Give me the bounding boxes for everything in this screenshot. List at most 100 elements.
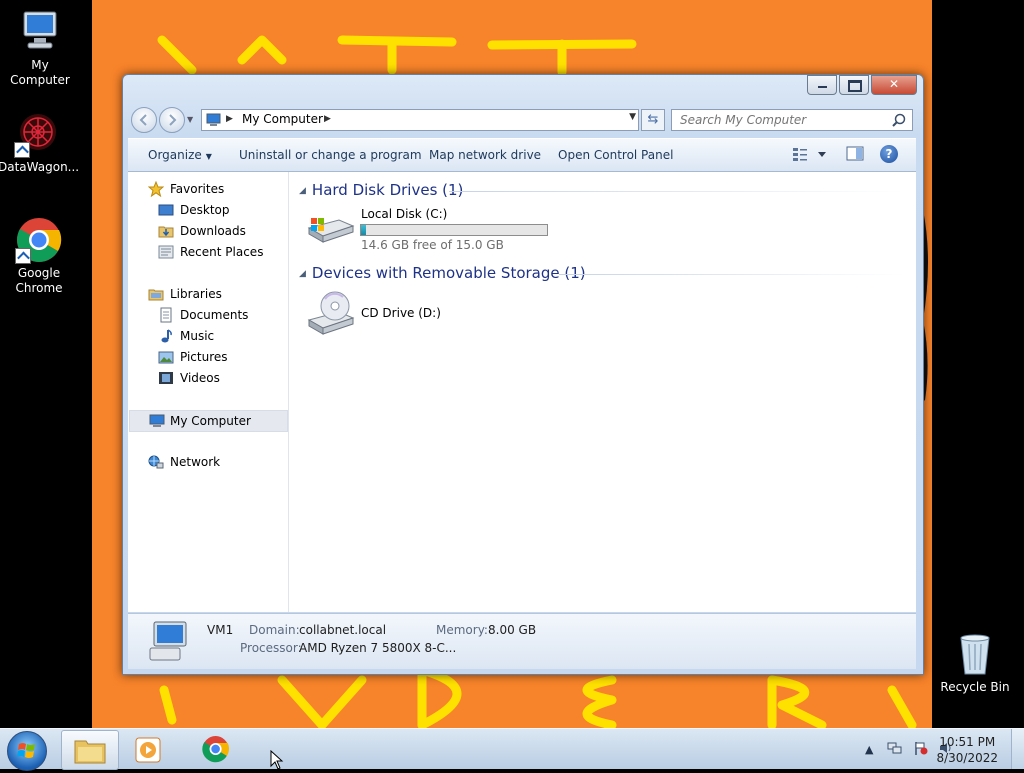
help-icon: ? (885, 147, 893, 161)
desktop-icon-recycle-bin[interactable]: Recycle Bin (935, 630, 1015, 695)
computer-icon (16, 8, 64, 56)
computer-icon (149, 621, 187, 661)
taskbar-chrome[interactable] (185, 730, 241, 768)
window-controls (805, 75, 917, 95)
group-header-label: Devices with Removable Storage (1) (311, 264, 586, 282)
computer-icon (149, 414, 165, 427)
search-input[interactable] (678, 111, 882, 129)
nav-music[interactable]: Music (128, 326, 285, 346)
music-note-icon (161, 329, 172, 343)
downloads-folder-icon (158, 226, 174, 238)
nav-label: Music (180, 329, 215, 343)
desktop-icon-datawagon[interactable]: DataWagon... (0, 110, 79, 175)
start-button[interactable] (7, 731, 47, 771)
minimize-button[interactable] (807, 75, 837, 95)
nav-videos[interactable]: Videos (128, 368, 285, 388)
taskbar-media-player[interactable] (122, 730, 178, 768)
help-button[interactable]: ? (880, 145, 898, 163)
organize-button[interactable]: Organize ▼ (148, 148, 212, 162)
show-hidden-icons-icon[interactable]: ▲ (865, 743, 873, 756)
back-button[interactable] (131, 107, 157, 133)
datawagon-icon (14, 110, 62, 158)
windows-logo-icon (17, 743, 35, 758)
recent-pages-dropdown[interactable]: ▼ (187, 115, 193, 124)
nav-label: Desktop (180, 203, 230, 217)
network-status-icon[interactable] (887, 741, 903, 755)
nav-libraries[interactable]: Libraries (128, 284, 285, 304)
view-options-icon (793, 148, 826, 161)
search-icon (892, 113, 906, 127)
desktop-icon-my-computer[interactable]: My Computer (0, 8, 80, 88)
maximize-button[interactable] (839, 75, 869, 95)
nav-label: Pictures (180, 350, 228, 364)
nav-label: Videos (180, 371, 220, 385)
drive-usage-bar (360, 224, 548, 236)
preview-pane-button[interactable] (846, 146, 864, 165)
breadcrumb-separator-icon[interactable]: ▶ (226, 114, 233, 124)
nav-documents[interactable]: Documents (128, 305, 285, 325)
desktop-icon-google-chrome[interactable]: Google Chrome (0, 216, 80, 296)
nav-downloads[interactable]: Downloads (128, 221, 285, 241)
nav-label: Recent Places (180, 245, 264, 259)
cd-drive-icon (307, 291, 355, 335)
chrome-icon (15, 216, 63, 264)
nav-favorites[interactable]: Favorites (128, 179, 285, 199)
shortcut-arrow-icon (15, 248, 31, 264)
recent-places-icon (158, 245, 174, 259)
nav-my-computer[interactable]: My Computer (129, 410, 288, 432)
address-bar[interactable]: ▶ My Computer ▶ ▼ (201, 109, 639, 131)
refresh-button[interactable]: ⇆ (641, 109, 665, 131)
collapse-triangle-icon: ◢ (299, 269, 306, 279)
map-network-drive-button[interactable]: Map network drive (429, 148, 541, 162)
group-divider (559, 274, 904, 275)
nav-pictures[interactable]: Pictures (128, 347, 285, 367)
nav-label: My Computer (170, 414, 251, 428)
clock[interactable]: 10:51 PM 8/30/2022 (936, 734, 998, 766)
nav-recent-places[interactable]: Recent Places (128, 242, 285, 262)
domain-label: Domain: (249, 623, 300, 637)
group-header-hard-disk-drives[interactable]: ◢ Hard Disk Drives (1) (299, 181, 463, 199)
nav-label: Libraries (170, 287, 222, 301)
open-control-panel-button[interactable]: Open Control Panel (558, 148, 673, 162)
shortcut-arrow-icon (14, 142, 30, 158)
desktop-folder-icon (158, 204, 174, 216)
memory-value: 8.00 GB (488, 623, 537, 637)
media-player-icon (135, 737, 161, 763)
nav-network[interactable]: Network (128, 452, 285, 472)
breadcrumb-my-computer[interactable]: My Computer (242, 112, 323, 126)
nav-label: Network (170, 455, 221, 469)
command-bar: Organize ▼ Uninstall or change a program … (128, 138, 916, 172)
videos-icon (159, 372, 173, 384)
taskbar-explorer[interactable] (61, 730, 119, 770)
computer-icon (206, 113, 221, 126)
breadcrumb-separator-icon[interactable]: ▶ (324, 114, 331, 124)
nav-label: Favorites (170, 182, 225, 196)
explorer-window: ▼ ▶ My Computer ▶ ▼ ⇆ Organize▼ Uninstal… (122, 74, 924, 675)
desktop-icon-label: Google Chrome (15, 266, 63, 295)
group-divider (449, 191, 904, 192)
search-box[interactable] (671, 109, 913, 131)
action-center-flag-icon[interactable] (913, 741, 929, 755)
chevron-down-icon: ▼ (205, 152, 212, 161)
forward-arrow-icon (169, 114, 177, 126)
change-view-button[interactable] (792, 146, 828, 165)
back-arrow-icon (139, 114, 147, 126)
hard-drive-icon (307, 218, 355, 243)
show-desktop-button[interactable] (1011, 729, 1024, 769)
organize-label: Organize (148, 148, 202, 162)
recycle-bin-icon (951, 630, 999, 678)
pictures-icon (158, 351, 174, 364)
group-header-removable-storage[interactable]: ◢ Devices with Removable Storage (1) (299, 264, 586, 282)
address-history-dropdown[interactable]: ▼ (629, 112, 636, 122)
forward-button[interactable] (159, 107, 185, 133)
nav-label: Downloads (180, 224, 246, 238)
navigation-pane: Favorites Desktop Downloads Recent Place… (128, 172, 289, 612)
close-button[interactable] (871, 75, 917, 95)
details-pane: VM1 Domain: collabnet.local Memory: 8.00… (128, 613, 916, 669)
drive-name: CD Drive (D:) (361, 306, 441, 320)
drive-name: Local Disk (C:) (361, 207, 448, 221)
processor-label: Processor: (240, 641, 302, 655)
uninstall-program-button[interactable]: Uninstall or change a program (239, 148, 422, 162)
collapse-triangle-icon: ◢ (299, 186, 306, 196)
nav-desktop[interactable]: Desktop (128, 200, 285, 220)
